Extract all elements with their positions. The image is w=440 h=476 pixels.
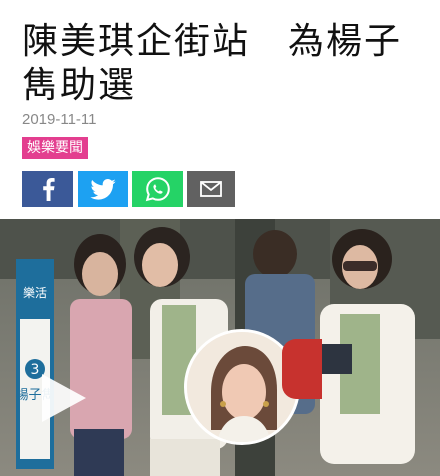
- avatar: [187, 332, 297, 442]
- email-share-button[interactable]: [187, 171, 235, 207]
- twitter-icon: [90, 178, 116, 200]
- email-icon: [200, 181, 222, 197]
- whatsapp-icon: [145, 177, 170, 202]
- whatsapp-share-button[interactable]: [132, 171, 183, 207]
- facebook-icon: [42, 178, 55, 201]
- facebook-share-button[interactable]: [22, 171, 73, 207]
- article-title: 陳美琪企街站 為楊子雋助選: [22, 21, 403, 106]
- play-button[interactable]: [32, 368, 92, 428]
- twitter-share-button[interactable]: [78, 171, 128, 207]
- article-date: 2019-11-11: [22, 111, 97, 128]
- category-badge[interactable]: 娛樂要聞: [22, 137, 88, 159]
- play-icon: [42, 374, 86, 422]
- red-emblem: [282, 339, 322, 399]
- article-photo[interactable]: 3 樂活 楊子雋: [0, 219, 440, 476]
- banner-slogan: 樂活: [23, 285, 47, 300]
